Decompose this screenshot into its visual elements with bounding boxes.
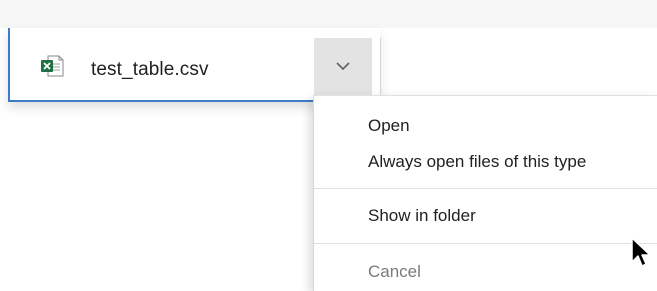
menu-item-open-label: Open [368, 116, 410, 135]
chevron-down-icon [336, 62, 350, 71]
menu-item-cancel[interactable]: Cancel [314, 256, 657, 286]
browser-content-area [0, 0, 657, 29]
excel-csv-file-icon [41, 55, 64, 77]
menu-item-always-open[interactable]: Always open files of this type [314, 146, 657, 176]
download-shelf: test_table.csv [0, 28, 657, 102]
menu-item-open[interactable]: Open [314, 110, 657, 140]
mouse-pointer-icon [631, 237, 651, 267]
download-menu-button[interactable] [314, 38, 372, 96]
download-item[interactable]: test_table.csv [8, 28, 381, 102]
download-context-menu: Open Always open files of this type Show… [313, 95, 657, 291]
menu-item-cancel-label: Cancel [368, 262, 421, 281]
download-item-divider [380, 38, 381, 96]
download-file-name[interactable]: test_table.csv [91, 59, 209, 81]
menu-item-show-in-folder[interactable]: Show in folder [314, 200, 657, 230]
menu-item-always-open-label: Always open files of this type [368, 152, 587, 171]
menu-separator [314, 188, 657, 189]
menu-item-show-in-folder-label: Show in folder [368, 206, 476, 225]
menu-separator [314, 243, 657, 244]
